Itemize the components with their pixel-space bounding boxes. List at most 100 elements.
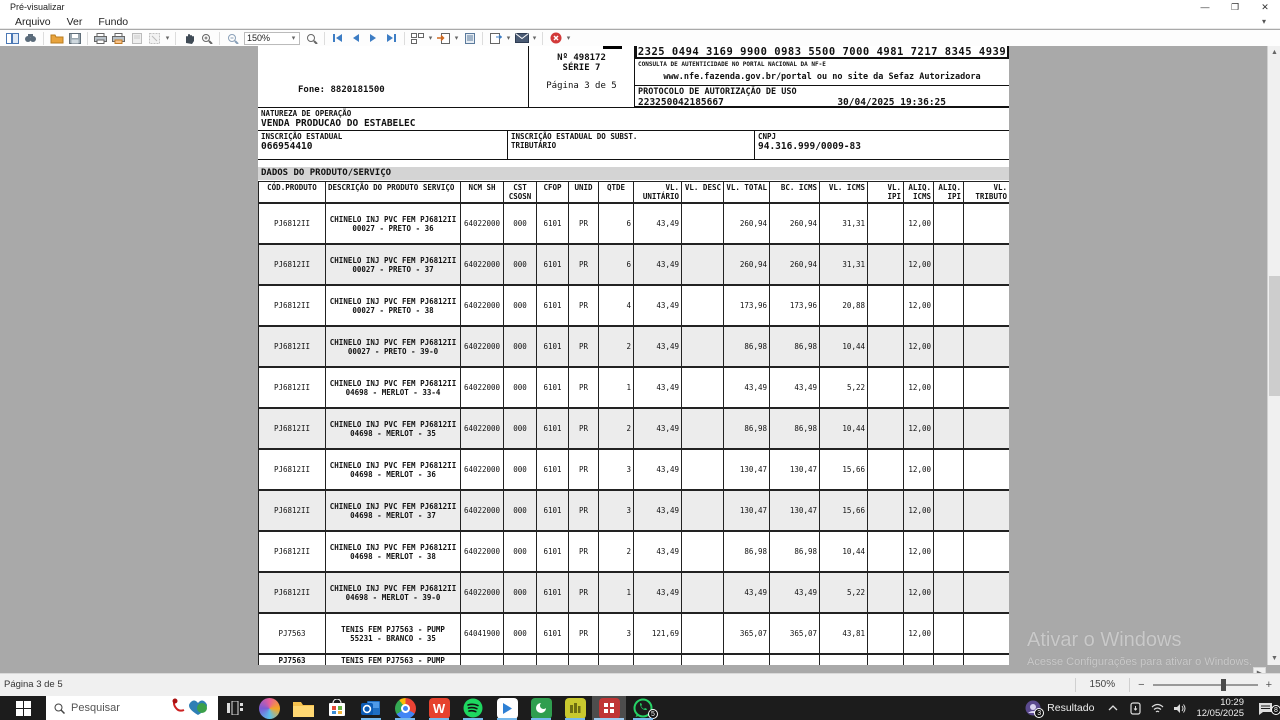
task-view-button[interactable] — [218, 696, 252, 720]
print-icon[interactable] — [92, 31, 109, 45]
zoom-combobox[interactable]: 150% ▾ — [244, 32, 300, 45]
maximize-button[interactable]: ❐ — [1220, 0, 1250, 15]
save-page-caret[interactable]: ▾ — [505, 34, 512, 42]
table-cell — [934, 449, 964, 490]
table-cell — [934, 408, 964, 449]
find-icon[interactable] — [22, 31, 39, 45]
export-caret[interactable]: ▾ — [453, 34, 460, 42]
panel-toggle-icon[interactable] — [4, 31, 21, 45]
zoom-out-icon[interactable] — [224, 31, 241, 45]
zoom-combobox-caret[interactable]: ▾ — [290, 34, 297, 42]
iest-label: INSCRIÇÃO ESTADUAL DO SUBST. TRIBUTÁRIO — [511, 132, 671, 150]
zoom-in-icon[interactable] — [198, 31, 215, 45]
whatsapp-badge: 5 — [648, 709, 658, 719]
table-cell — [868, 244, 904, 285]
column-header: BC. ICMS — [770, 182, 820, 204]
minimize-button[interactable]: — — [1190, 0, 1220, 15]
wps-office-icon[interactable]: W — [422, 696, 456, 720]
search-daily-image[interactable] — [170, 697, 216, 719]
network-icon[interactable] — [1146, 703, 1168, 714]
news-widget-button[interactable]: 3 Resultado — [1017, 700, 1102, 716]
toolbar-overflow-icon[interactable]: ▾ — [1262, 17, 1266, 26]
notification-badge: 8 — [1271, 705, 1280, 715]
table-cell — [868, 285, 904, 326]
vertical-scrollbar[interactable]: ▲ ▼ — [1267, 46, 1280, 665]
tray-chevron-icon[interactable] — [1102, 705, 1124, 711]
menu-fundo[interactable]: Fundo — [91, 16, 135, 28]
zoom-slider[interactable] — [1153, 684, 1258, 686]
close-button[interactable]: ✕ — [1250, 0, 1280, 15]
pan-hand-icon[interactable] — [180, 31, 197, 45]
green-swirl-app-icon[interactable] — [524, 696, 558, 720]
nav-first-icon[interactable] — [329, 31, 346, 45]
taskbar-search[interactable]: Pesquisar — [46, 696, 218, 720]
zoom-slider-handle[interactable] — [1221, 679, 1226, 691]
zoom-custom-icon[interactable] — [303, 31, 320, 45]
table-cell: 6101 — [537, 572, 569, 613]
column-header: ALIQ. ICMS — [904, 182, 934, 204]
table-cell: 1 — [599, 572, 634, 613]
open-icon[interactable] — [48, 31, 65, 45]
menu-ver[interactable]: Ver — [60, 16, 90, 28]
zoom-increase-button[interactable]: + — [1266, 679, 1272, 691]
spotify-icon[interactable] — [456, 696, 490, 720]
nav-next-icon[interactable] — [365, 31, 382, 45]
table-cell: PJ6812II — [259, 285, 326, 326]
table-cell: 3 — [599, 613, 634, 654]
search-icon — [54, 703, 65, 714]
page-preview-icon[interactable] — [128, 31, 145, 45]
vertical-scrollbar-thumb[interactable] — [1269, 276, 1280, 396]
yellow-grid-app-icon[interactable] — [558, 696, 592, 720]
microsoft-store-icon[interactable] — [320, 696, 354, 720]
active-report-app-icon[interactable] — [592, 696, 626, 720]
table-cell: 86,98 — [724, 326, 770, 367]
nav-prev-icon[interactable] — [347, 31, 364, 45]
copilot-icon[interactable] — [252, 696, 286, 720]
whatsapp-icon[interactable]: 5 — [626, 696, 660, 720]
taskbar-clock[interactable]: 10:29 12/05/2025 — [1190, 697, 1250, 719]
volume-icon[interactable] — [1168, 703, 1190, 714]
search-placeholder: Pesquisar — [71, 702, 120, 714]
scroll-up-icon[interactable]: ▲ — [1268, 46, 1280, 59]
watermark-subtitle: Acesse Configurações para ativar o Windo… — [1027, 656, 1252, 668]
selection-mode-icon[interactable] — [146, 31, 163, 45]
file-explorer-icon[interactable] — [286, 696, 320, 720]
menu-arquivo[interactable]: Arquivo — [8, 16, 58, 28]
table-cell: 6101 — [537, 449, 569, 490]
page-layout-caret[interactable]: ▾ — [427, 34, 434, 42]
page-layout-icon[interactable] — [409, 31, 426, 45]
table-cell: 130,47 — [724, 449, 770, 490]
table-cell — [868, 572, 904, 613]
export-icon[interactable] — [435, 31, 452, 45]
email-icon[interactable] — [513, 31, 530, 45]
table-cell: 12,00 — [904, 449, 934, 490]
table-cell: 86,98 — [724, 408, 770, 449]
close-preview-icon[interactable] — [547, 31, 564, 45]
table-cell — [868, 367, 904, 408]
table-cell: 000 — [504, 285, 537, 326]
media-arrow-icon[interactable] — [490, 696, 524, 720]
table-cell: 130,47 — [724, 490, 770, 531]
table-cell: PJ7563 — [259, 654, 326, 665]
table-cell: 43,49 — [634, 408, 682, 449]
selection-mode-caret[interactable]: ▾ — [164, 34, 171, 42]
close-preview-caret[interactable]: ▾ — [565, 34, 572, 42]
print-setup-icon[interactable] — [110, 31, 127, 45]
status-zoom-level: 150% — [1075, 678, 1131, 692]
scroll-down-icon[interactable]: ▼ — [1268, 652, 1280, 665]
email-caret[interactable]: ▾ — [531, 34, 538, 42]
chrome-icon[interactable] — [388, 696, 422, 720]
table-cell: 260,94 — [724, 203, 770, 244]
report-icon[interactable] — [461, 31, 478, 45]
notification-center-button[interactable]: 8 — [1250, 702, 1280, 715]
outlook-icon[interactable] — [354, 696, 388, 720]
save-page-icon[interactable] — [487, 31, 504, 45]
table-cell — [934, 531, 964, 572]
start-button[interactable] — [0, 696, 46, 720]
zoom-decrease-button[interactable]: − — [1138, 679, 1144, 691]
table-cell — [868, 326, 904, 367]
nav-last-icon[interactable] — [383, 31, 400, 45]
save-icon[interactable] — [66, 31, 83, 45]
tray-device-icon[interactable] — [1124, 702, 1146, 715]
table-cell: 64022000 — [461, 326, 504, 367]
